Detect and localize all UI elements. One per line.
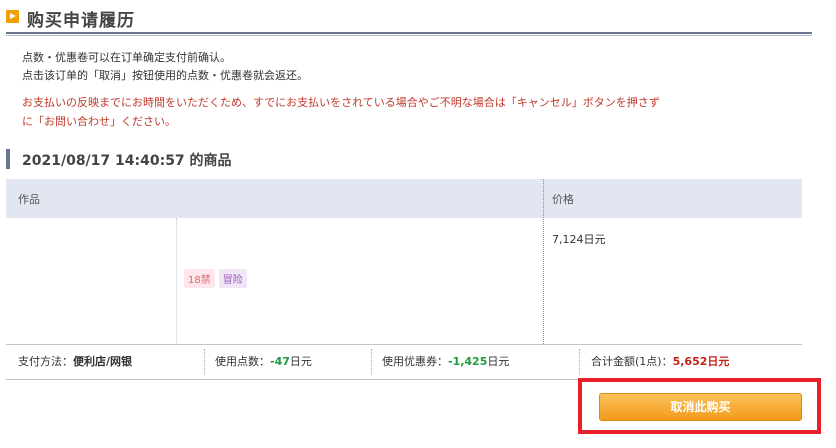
total-value: 5,652日元 [672,355,730,368]
coupon-value: -1,425 [448,355,488,368]
header-divider [6,32,812,36]
warning-text: に「お問い合わせ」ください。 [22,115,176,128]
payment-value: 便利店/网银 [73,355,133,368]
coupon-used: 使用优惠券：-1,425日元 [382,345,509,379]
page-header: 购买申请履历 [6,4,812,36]
cell-divider [579,349,580,375]
play-arrow-icon [6,10,19,23]
total-label: 合计金额(1点)： [591,355,673,368]
points-label: 使用点数： [215,355,270,368]
item-price: 7,124日元 [552,233,606,246]
table-header: 作品 价格 [6,179,802,218]
order-total: 合计金额(1点)：5,652日元 [591,345,729,379]
payment-label: 支付方法： [18,355,73,368]
cell-divider [371,349,372,375]
coupon-label: 使用优惠券： [382,355,448,368]
cell-divider [204,349,205,375]
section-marker [6,149,10,169]
warning-text: お支払いの反映までにお時間をいただくため、すでにお支払いをされている場合やご不明… [22,96,660,109]
column-header-work: 作品 [18,193,40,206]
notice-text: 点数・优惠卷可以在订单确定支付前确认。 [22,51,231,64]
cancel-purchase-button[interactable]: 取消此购买 [599,393,802,421]
column-divider [176,218,177,344]
coupon-unit: 日元 [487,355,510,368]
age-rating-badge: 18禁 [184,269,215,288]
page-title: 购买申请履历 [27,11,135,31]
item-tags: 18禁 冒险 [184,269,247,288]
points-value: -47 [270,355,290,368]
column-header-price: 价格 [552,193,574,206]
points-unit: 日元 [289,355,312,368]
order-title: 2021/08/17 14:40:57 的商品 [22,153,232,169]
points-used: 使用点数：-47日元 [215,345,312,379]
order-summary: 支付方法：便利店/网银 使用点数：-47日元 使用优惠券：-1,425日元 合计… [6,345,802,380]
column-divider [543,179,544,344]
payment-method: 支付方法：便利店/网银 [18,345,132,379]
genre-badge: 冒险 [218,269,247,288]
notice-text: 点击该订单的「取消」按钮使用的点数・优惠卷就会返还。 [22,69,308,82]
